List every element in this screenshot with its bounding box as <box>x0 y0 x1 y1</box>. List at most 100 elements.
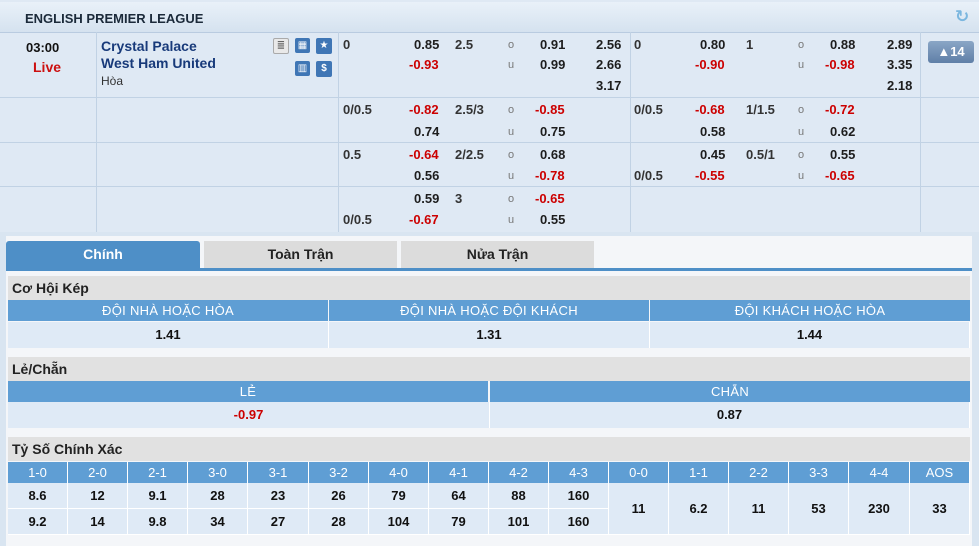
under-label: u <box>508 170 515 182</box>
score-header: 0-0 <box>609 462 669 483</box>
ft-over-odd[interactable]: -0.85 <box>535 102 565 117</box>
refresh-icon[interactable]: ↻ <box>955 8 971 25</box>
h1-hdp-away-odd[interactable]: -0.55 <box>695 168 725 183</box>
double-chance-header: ĐỘI KHÁCH HOẶC HÒA <box>650 300 970 321</box>
tab-full-match[interactable]: Toàn Trận <box>204 241 397 268</box>
score-away-odd[interactable]: 9.2 <box>8 509 68 535</box>
tab-main[interactable]: Chính <box>6 241 200 268</box>
ft-over-odd[interactable]: -0.65 <box>535 191 565 206</box>
score-home-odd[interactable]: 79 <box>369 483 429 509</box>
ft-hdp-away-odd[interactable]: -0.67 <box>409 212 439 227</box>
score-away-odd[interactable]: 79 <box>429 509 489 535</box>
score-header: 3-3 <box>789 462 849 483</box>
h1-ou-line: 0.5/1 <box>746 147 775 162</box>
score-away-odd[interactable]: 160 <box>549 509 609 535</box>
double-chance-odd[interactable]: 1.41 <box>8 322 329 348</box>
score-header: 4-2 <box>489 462 549 483</box>
league-header: ENGLISH PREMIER LEAGUE ↻ <box>0 2 979 33</box>
ft-ou-line: 3 <box>455 191 463 206</box>
score-away-odd[interactable]: 14 <box>68 509 128 535</box>
dollar-icon[interactable]: $ <box>316 61 332 77</box>
ft-under-odd[interactable]: -0.78 <box>535 168 565 183</box>
score-home-odd[interactable]: 9.1 <box>128 483 188 509</box>
ft-hdp-home-odd[interactable]: -0.82 <box>409 102 439 117</box>
odds-table: ENGLISH PREMIER LEAGUE ↻ 03:00 Live Crys… <box>0 0 979 232</box>
score-header: 1-0 <box>8 462 68 483</box>
h1-hdp-home-odd[interactable]: 0.45 <box>700 147 725 162</box>
ft-hdp-away-odd[interactable]: -0.93 <box>409 57 439 72</box>
double-chance-odd[interactable]: 1.44 <box>650 322 970 348</box>
score-away-odd[interactable]: 101 <box>489 509 549 535</box>
score-home-odd[interactable]: 23 <box>248 483 309 509</box>
score-away-odd[interactable]: 9.8 <box>128 509 188 535</box>
ft-ou-line: 2.5/3 <box>455 102 484 117</box>
score-away-odd[interactable]: 27 <box>248 509 309 535</box>
ft-1x2-draw[interactable]: 3.17 <box>596 78 621 93</box>
h1-under-odd[interactable]: -0.65 <box>825 168 855 183</box>
h1-hdp-away-odd[interactable]: -0.90 <box>695 57 725 72</box>
ft-under-odd[interactable]: 0.75 <box>540 124 565 139</box>
h1-hdp-home-odd[interactable]: -0.68 <box>695 102 725 117</box>
home-team[interactable]: Crystal Palace <box>101 38 197 54</box>
lineup-icon[interactable]: ≣ <box>273 38 289 54</box>
match-status: Live <box>33 59 62 75</box>
ft-hdp-home-odd[interactable]: 0.85 <box>414 37 439 52</box>
ft-1x2-away[interactable]: 2.66 <box>596 57 621 72</box>
h1-hdp-home-odd[interactable]: 0.80 <box>700 37 725 52</box>
star-icon[interactable]: ★ <box>316 38 332 54</box>
score-away-odd[interactable]: 104 <box>369 509 429 535</box>
h1-over-odd[interactable]: 0.88 <box>830 37 855 52</box>
ft-1x2-home[interactable]: 2.56 <box>596 37 621 52</box>
ft-hdp-home-odd[interactable]: -0.64 <box>409 147 439 162</box>
league-title: ENGLISH PREMIER LEAGUE <box>25 11 204 26</box>
score-home-odd[interactable]: 28 <box>188 483 248 509</box>
double-chance-header: ĐỘI NHÀ HOẶC ĐỘI KHÁCH <box>329 300 649 321</box>
under-label: u <box>798 126 805 138</box>
score-home-odd[interactable]: 26 <box>309 483 369 509</box>
score-draw-odd[interactable]: 230 <box>849 483 910 535</box>
odd-header: LẺ <box>8 381 488 402</box>
under-label: u <box>508 59 515 71</box>
score-draw-odd[interactable]: 33 <box>910 483 970 535</box>
ft-over-odd[interactable]: 0.68 <box>540 147 565 162</box>
h1-over-odd[interactable]: -0.72 <box>825 102 855 117</box>
ft-hdp-away-odd[interactable]: 0.74 <box>414 124 439 139</box>
h1-1x2-home[interactable]: 2.89 <box>887 37 912 52</box>
score-away-odd[interactable]: 28 <box>309 509 369 535</box>
h1-hdp-away-odd[interactable]: 0.58 <box>700 124 725 139</box>
field-icon[interactable]: ▦ <box>295 38 310 53</box>
score-home-odd[interactable]: 88 <box>489 483 549 509</box>
score-home-odd[interactable]: 12 <box>68 483 128 509</box>
h1-under-odd[interactable]: -0.98 <box>825 57 855 72</box>
score-home-odd[interactable]: 160 <box>549 483 609 509</box>
more-markets-button[interactable]: ▲14 <box>928 41 974 63</box>
under-label: u <box>798 59 805 71</box>
double-chance-title: Cơ Hội Kép <box>8 276 970 300</box>
score-away-odd[interactable]: 34 <box>188 509 248 535</box>
score-draw-odd[interactable]: 11 <box>609 483 669 535</box>
even-value[interactable]: 0.87 <box>490 402 970 428</box>
score-header: 4-0 <box>369 462 429 483</box>
score-home-odd[interactable]: 64 <box>429 483 489 509</box>
double-chance-odd[interactable]: 1.31 <box>329 322 650 348</box>
score-home-odd[interactable]: 8.6 <box>8 483 68 509</box>
ft-under-odd[interactable]: 0.99 <box>540 57 565 72</box>
h1-1x2-draw[interactable]: 2.18 <box>887 78 912 93</box>
ft-under-odd[interactable]: 0.55 <box>540 212 565 227</box>
ft-hdp-home-odd[interactable]: 0.59 <box>414 191 439 206</box>
ft-hdp-away-odd[interactable]: 0.56 <box>414 168 439 183</box>
score-header: 3-0 <box>188 462 248 483</box>
score-draw-odd[interactable]: 6.2 <box>669 483 729 535</box>
odd-even-title: Lẻ/Chẵn <box>8 357 970 381</box>
h1-handicap: 0 <box>634 37 642 52</box>
h1-1x2-away[interactable]: 3.35 <box>887 57 912 72</box>
score-draw-odd[interactable]: 11 <box>729 483 789 535</box>
away-team[interactable]: West Ham United <box>101 55 216 71</box>
tab-half-match[interactable]: Nửa Trận <box>401 241 594 268</box>
h1-under-odd[interactable]: 0.62 <box>830 124 855 139</box>
stats-icon[interactable]: ▥ <box>295 61 310 76</box>
ft-over-odd[interactable]: 0.91 <box>540 37 565 52</box>
score-draw-odd[interactable]: 53 <box>789 483 849 535</box>
h1-over-odd[interactable]: 0.55 <box>830 147 855 162</box>
odd-value[interactable]: -0.97 <box>8 402 490 428</box>
